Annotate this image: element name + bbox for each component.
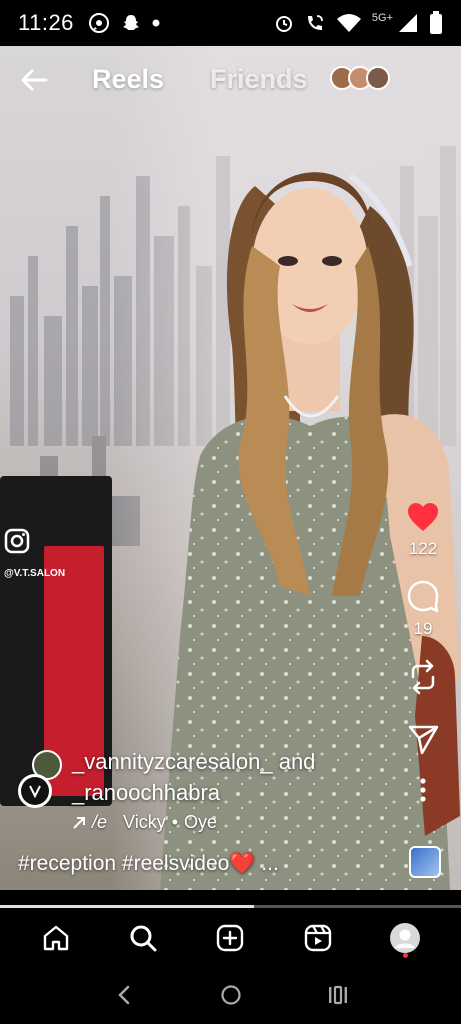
home-circle-icon <box>220 985 241 1005</box>
nav-create[interactable] <box>210 918 250 958</box>
audio-title: Oye <box>184 812 218 832</box>
comment-button[interactable]: 19 <box>406 579 440 639</box>
whatsapp-icon <box>88 13 109 33</box>
audio-separator: • <box>171 812 179 832</box>
friend-avatars[interactable] <box>330 66 390 90</box>
send-icon <box>408 725 439 755</box>
audio-artist: Vicky <box>123 812 166 832</box>
audio-thumbnail[interactable] <box>409 846 441 878</box>
remix-icon <box>411 659 435 695</box>
dot-icon <box>152 19 160 27</box>
alarm-icon <box>275 16 292 32</box>
instagram-watermark-icon <box>4 528 30 554</box>
tab-reels[interactable]: Reels <box>92 64 164 95</box>
remix-button[interactable] <box>407 659 439 695</box>
create-icon <box>217 924 244 952</box>
reel-video[interactable]: Reels Friends @V.T.SALON 122 19 _vannity… <box>0 46 461 890</box>
comment-count: 19 <box>413 619 433 638</box>
recents-icon <box>328 985 347 1005</box>
system-back-button[interactable] <box>106 977 142 1013</box>
share-button[interactable] <box>407 723 439 755</box>
tab-friends[interactable]: Friends <box>210 64 308 95</box>
nav-reels[interactable] <box>298 918 338 958</box>
profile-notification-dot <box>403 953 409 958</box>
author-names[interactable]: _vannityzcaresalon_ and _ranoochhabra <box>72 746 372 808</box>
comment-icon <box>407 580 439 613</box>
system-recents-button[interactable] <box>320 977 356 1013</box>
bottom-nav <box>0 910 461 966</box>
search-icon <box>130 925 157 952</box>
author-primary[interactable]: _vannityzcaresalon_ <box>72 749 273 774</box>
back-arrow-icon[interactable] <box>18 64 50 96</box>
status-left-icons <box>88 12 160 34</box>
battery-icon <box>430 11 442 34</box>
status-time: 11:26 <box>18 10 74 35</box>
back-icon <box>117 985 129 1005</box>
audio-info[interactable]: /e Vicky • Oye <box>72 812 217 833</box>
system-home-button[interactable] <box>213 977 249 1013</box>
status-right-icons: 5G+ <box>274 11 443 35</box>
status-bar: 11:26 5G+ <box>0 0 461 46</box>
snapchat-icon <box>122 15 139 30</box>
author-avatar[interactable] <box>18 774 52 808</box>
system-nav <box>0 966 461 1024</box>
video-progress-fill <box>0 905 254 908</box>
reel-header: Reels Friends <box>0 60 461 100</box>
nav-home[interactable] <box>36 918 76 958</box>
reels-icon <box>304 924 332 952</box>
watermark-handle: @V.T.SALON <box>4 568 66 579</box>
wifi-calling-icon <box>307 15 323 30</box>
more-options-button[interactable] <box>419 777 427 803</box>
home-icon <box>43 925 68 951</box>
video-progress-bar[interactable] <box>0 905 461 908</box>
friend-avatar <box>366 66 390 90</box>
like-button[interactable]: 122 <box>406 501 440 559</box>
signal-icon <box>399 14 417 32</box>
author-connector: and <box>278 749 316 774</box>
author-secondary[interactable]: _ranoochhabra <box>72 780 220 805</box>
nav-profile[interactable] <box>385 918 425 958</box>
wifi-icon <box>336 14 361 32</box>
salon-logo-icon <box>21 777 49 805</box>
like-count: 122 <box>408 539 438 558</box>
network-label: 5G+ <box>371 12 393 24</box>
side-actions: 122 19 <box>403 501 443 803</box>
reel-caption[interactable]: #reception #reelsvideo❤️ ... <box>18 852 279 876</box>
heart-icon <box>408 503 438 531</box>
more-vertical-icon <box>420 778 426 802</box>
trending-arrow-icon <box>73 816 85 829</box>
audio-prefix: /e <box>92 812 108 832</box>
nav-search[interactable] <box>123 918 163 958</box>
profile-avatar <box>390 923 421 953</box>
